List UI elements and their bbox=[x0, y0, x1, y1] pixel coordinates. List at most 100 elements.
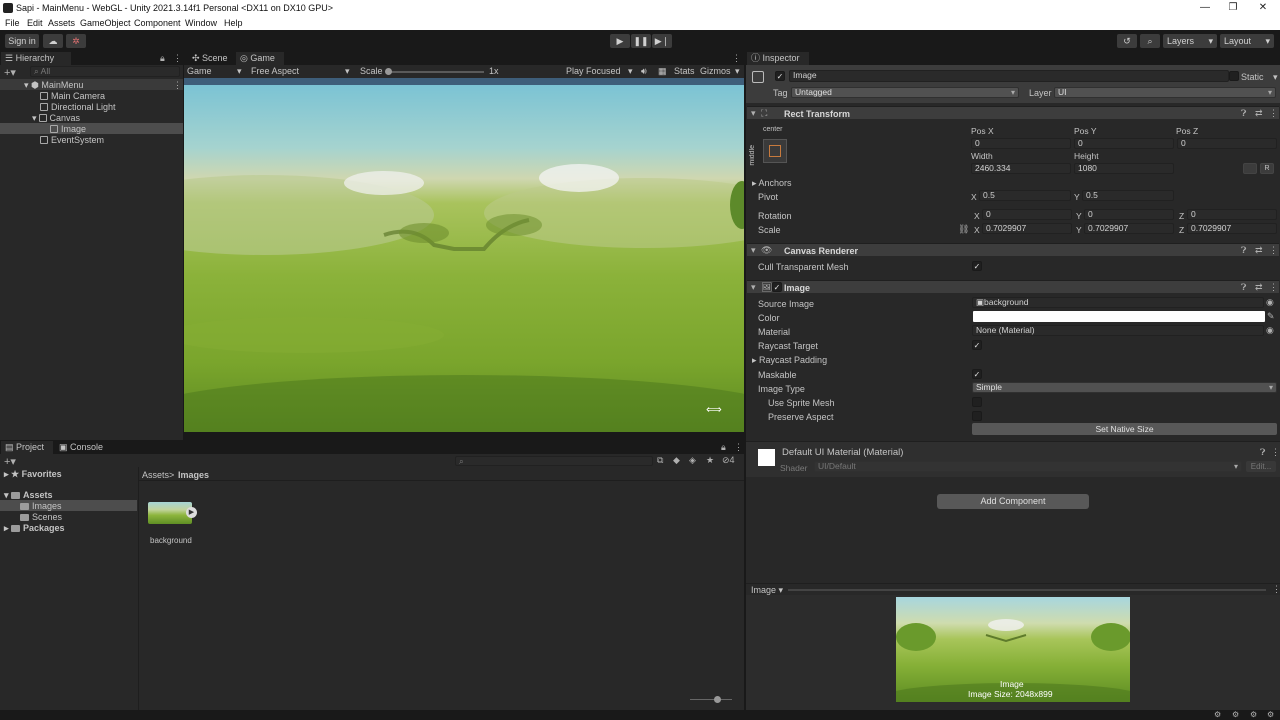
tab-hierarchy[interactable]: ☰ Hierarchy bbox=[1, 52, 71, 65]
help-icon[interactable]: ❓︎ bbox=[1241, 108, 1246, 119]
width-field[interactable]: 2460.334 bbox=[971, 163, 1071, 174]
pause-icon[interactable]: ❚❚ bbox=[631, 34, 651, 48]
active-checkbox[interactable]: ✓ bbox=[775, 71, 785, 81]
menu-file[interactable]: File bbox=[5, 18, 20, 28]
asset-name[interactable]: background bbox=[150, 536, 192, 545]
material-field[interactable]: None (Material) bbox=[972, 325, 1264, 336]
preserve-aspect-checkbox[interactable] bbox=[972, 411, 982, 421]
layout-dropdown[interactable]: Layout ▾ bbox=[1220, 34, 1274, 48]
shader-edit-button[interactable]: Edit... bbox=[1246, 461, 1276, 472]
source-image-field[interactable]: ▣background bbox=[972, 297, 1264, 308]
icon-size-slider-track[interactable] bbox=[690, 699, 732, 700]
filter-label-icon[interactable]: ◆ bbox=[673, 455, 680, 466]
search-icon[interactable]: ⌕ bbox=[1140, 34, 1160, 48]
expand-arrow-icon[interactable]: ▶ bbox=[186, 507, 197, 518]
more-icon[interactable]: ⋮ bbox=[1269, 108, 1278, 119]
tag-icon[interactable]: ◈ bbox=[689, 455, 696, 466]
object-picker-icon[interactable]: ◉ bbox=[1266, 325, 1274, 336]
add-icon[interactable]: +▾ bbox=[4, 66, 16, 79]
project-search-input[interactable]: ⌕ bbox=[455, 456, 653, 466]
project-splitter[interactable] bbox=[138, 467, 139, 710]
layers-dropdown[interactable]: Layers ▾ bbox=[1163, 34, 1217, 48]
collab-icon[interactable]: ✲ bbox=[66, 34, 86, 48]
maximize-button[interactable]: ❐ bbox=[1218, 1, 1248, 15]
posy-field[interactable]: 0 bbox=[1074, 138, 1174, 149]
rotation-y-field[interactable]: 0 bbox=[1084, 209, 1174, 220]
posz-field[interactable]: 0 bbox=[1177, 138, 1277, 149]
add-icon[interactable]: +▾ bbox=[4, 455, 16, 468]
tree-images[interactable]: Images bbox=[20, 501, 62, 511]
tab-console[interactable]: ▣ Console bbox=[55, 441, 107, 454]
hierarchy-item-image[interactable]: Image bbox=[50, 124, 86, 134]
layer-dropdown[interactable]: UI bbox=[1054, 87, 1276, 98]
rotation-x-field[interactable]: 0 bbox=[982, 209, 1072, 220]
scale-z-field[interactable]: 0.7029907 bbox=[1187, 223, 1277, 234]
tree-favorites[interactable]: ▸ ★ Favorites bbox=[4, 469, 62, 480]
pivot-x-field[interactable]: 0.5 bbox=[979, 190, 1071, 201]
more-icon[interactable]: ⋮ bbox=[1269, 282, 1278, 293]
filter-type-icon[interactable]: ⧉ bbox=[657, 455, 663, 466]
close-button[interactable]: ✕ bbox=[1248, 1, 1278, 15]
tab-inspector[interactable]: ⓘ Inspector bbox=[747, 52, 809, 65]
tab-project[interactable]: ▤ Project bbox=[1, 441, 53, 454]
lock-icon[interactable]: 🔒︎ bbox=[160, 53, 165, 64]
breadcrumb-images[interactable]: Images bbox=[178, 470, 209, 480]
raycast-padding-foldout[interactable]: ▸ Raycast Padding bbox=[752, 355, 827, 366]
static-checkbox[interactable] bbox=[1229, 71, 1239, 81]
tree-scenes[interactable]: Scenes bbox=[20, 512, 62, 522]
hidden-count-icon[interactable]: ⊘4 bbox=[722, 455, 735, 466]
speaker-icon[interactable]: 🔊︎ bbox=[641, 66, 647, 77]
set-native-size-button[interactable]: Set Native Size bbox=[972, 423, 1277, 435]
minimize-button[interactable]: — bbox=[1190, 1, 1220, 15]
scale-slider-handle[interactable] bbox=[385, 68, 392, 75]
raw-edit-button[interactable]: R bbox=[1260, 163, 1274, 174]
tag-dropdown[interactable]: Untagged bbox=[791, 87, 1019, 98]
color-swatch[interactable] bbox=[973, 311, 1265, 322]
more-icon[interactable]: ⋮ bbox=[732, 53, 741, 64]
rotation-z-field[interactable]: 0 bbox=[1187, 209, 1277, 220]
tab-scene[interactable]: ✣ Scene bbox=[188, 52, 234, 65]
anchor-preset-button[interactable] bbox=[763, 139, 787, 163]
use-sprite-mesh-checkbox[interactable] bbox=[972, 397, 982, 407]
preview-resize-handle[interactable] bbox=[788, 589, 1266, 591]
gizmos-dropdown[interactable]: Gizmos ▾ bbox=[700, 66, 744, 76]
preset-icon[interactable]: ⇄ bbox=[1255, 108, 1263, 119]
link-icon[interactable]: ⛓ bbox=[958, 224, 969, 235]
scale-x-field[interactable]: 0.7029907 bbox=[982, 223, 1072, 234]
more-icon[interactable]: ⋮ bbox=[1269, 245, 1278, 256]
display-dropdown[interactable]: Game ▾ bbox=[187, 66, 245, 76]
history-icon[interactable]: ↺ bbox=[1117, 34, 1137, 48]
hierarchy-item-eventsystem[interactable]: EventSystem bbox=[40, 135, 104, 145]
more-icon[interactable]: ⋮ bbox=[1271, 447, 1280, 458]
menu-gameobject[interactable]: GameObject bbox=[80, 18, 131, 28]
icon-size-slider-handle[interactable] bbox=[714, 696, 721, 703]
scale-y-field[interactable]: 0.7029907 bbox=[1084, 223, 1174, 234]
menu-component[interactable]: Component bbox=[134, 18, 181, 28]
tab-game[interactable]: ◎ Game bbox=[236, 52, 284, 65]
tree-packages[interactable]: ▸ Packages bbox=[4, 523, 65, 534]
scene-item-mainmenu[interactable]: ▾ ⬢ MainMenu bbox=[24, 80, 83, 91]
help-icon[interactable]: ❓︎ bbox=[1241, 245, 1246, 256]
chevron-down-icon[interactable]: ▾ bbox=[1273, 72, 1278, 83]
status-icon-b[interactable]: ⚙ bbox=[1232, 710, 1239, 719]
aspect-dropdown[interactable]: Free Aspect ▾ bbox=[251, 66, 353, 76]
stats-button[interactable]: Stats bbox=[674, 66, 695, 76]
posx-field[interactable]: 0 bbox=[971, 138, 1071, 149]
add-component-button[interactable]: Add Component bbox=[937, 494, 1089, 509]
pivot-y-field[interactable]: 0.5 bbox=[1082, 190, 1174, 201]
scale-slider-track[interactable] bbox=[388, 71, 484, 73]
game-view-render[interactable]: ⟺ bbox=[184, 85, 744, 432]
more-icon[interactable]: ⋮ bbox=[173, 53, 182, 64]
image-type-dropdown[interactable]: Simple bbox=[972, 382, 1277, 393]
step-icon[interactable]: ▶❘ bbox=[652, 34, 672, 48]
play-icon[interactable]: ▶ bbox=[610, 34, 630, 48]
blueprint-mode-button[interactable] bbox=[1243, 163, 1257, 174]
height-field[interactable]: 1080 bbox=[1074, 163, 1174, 174]
shader-dropdown[interactable]: UI/Default bbox=[814, 461, 1242, 472]
hierarchy-item-main-camera[interactable]: Main Camera bbox=[40, 91, 105, 101]
breadcrumb-assets[interactable]: Assets bbox=[142, 470, 169, 480]
anchors-foldout[interactable]: ▸ Anchors bbox=[752, 178, 792, 189]
sign-in-button[interactable]: Sign in bbox=[5, 34, 39, 48]
hierarchy-item-directional-light[interactable]: Directional Light bbox=[40, 102, 116, 112]
more-icon[interactable]: ⋮ bbox=[173, 80, 182, 91]
